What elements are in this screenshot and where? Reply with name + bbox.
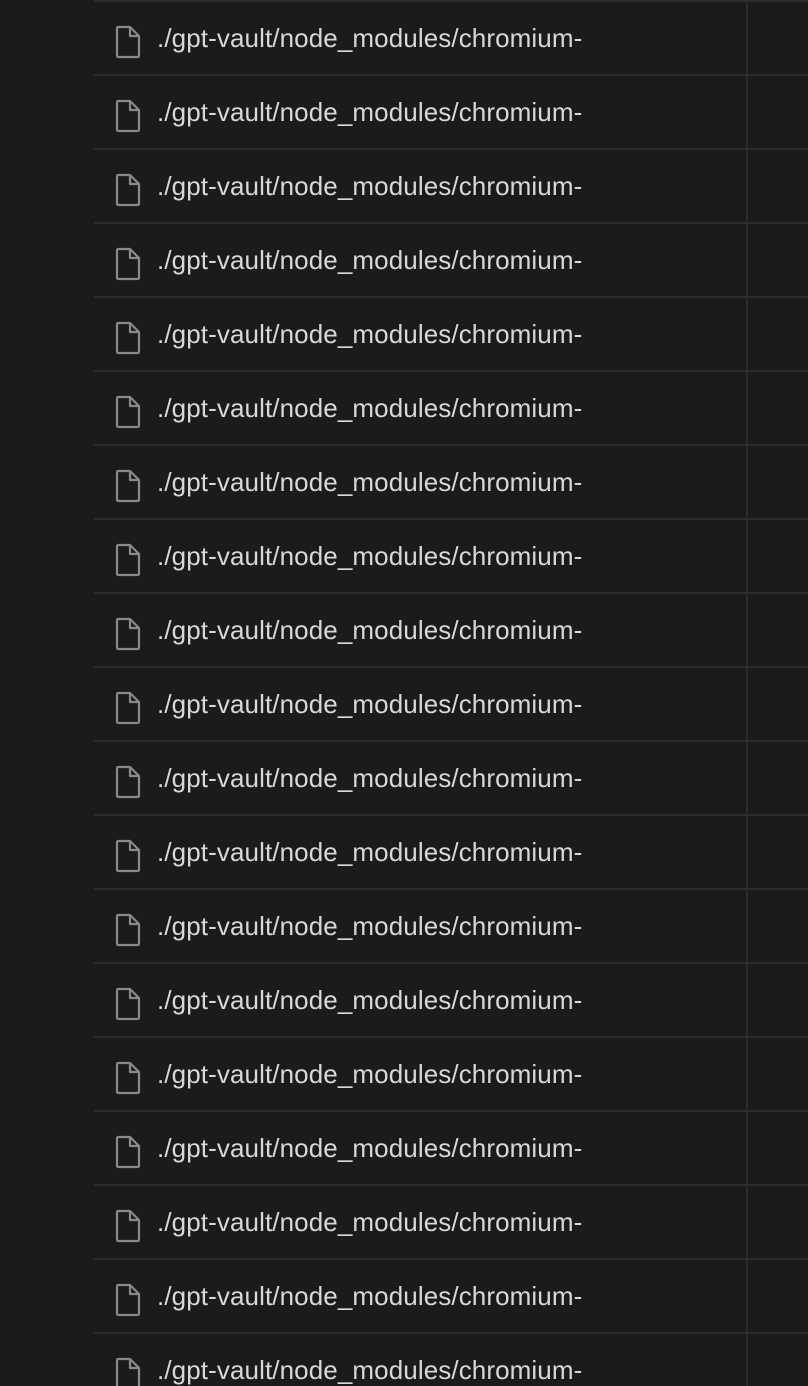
file-name-cell[interactable]: ./gpt-vault/node_modules/chromium- bbox=[94, 964, 652, 1036]
file-name: ./gpt-vault/node_modules/chromium- bbox=[157, 171, 583, 201]
file-name-cell[interactable]: ./gpt-vault/node_modules/chromium- bbox=[94, 1260, 652, 1332]
file-row[interactable]: ./gpt-vault/node_modules/chromium- bbox=[94, 962, 808, 1036]
file-row[interactable]: ./gpt-vault/node_modules/chromium- bbox=[94, 1332, 808, 1386]
file-icon bbox=[115, 99, 141, 133]
file-name-cell[interactable]: ./gpt-vault/node_modules/chromium- bbox=[94, 298, 652, 370]
file-row[interactable]: ./gpt-vault/node_modules/chromium- bbox=[94, 592, 808, 666]
file-name-cell[interactable]: ./gpt-vault/node_modules/chromium- bbox=[94, 150, 652, 222]
file-icon bbox=[115, 321, 141, 355]
file-icon bbox=[115, 987, 141, 1021]
file-meta-cell bbox=[654, 816, 808, 888]
file-icon bbox=[115, 839, 141, 873]
file-meta-cell bbox=[654, 298, 808, 370]
file-name-cell[interactable]: ./gpt-vault/node_modules/chromium- bbox=[94, 742, 652, 814]
file-row[interactable]: ./gpt-vault/node_modules/chromium- bbox=[94, 518, 808, 592]
file-meta-cell bbox=[654, 1334, 808, 1386]
file-row[interactable]: ./gpt-vault/node_modules/chromium- bbox=[94, 0, 808, 74]
file-meta-cell bbox=[654, 520, 808, 592]
file-name-cell[interactable]: ./gpt-vault/node_modules/chromium- bbox=[94, 520, 652, 592]
file-icon bbox=[115, 1357, 141, 1386]
file-row[interactable]: ./gpt-vault/node_modules/chromium- bbox=[94, 296, 808, 370]
file-name-cell[interactable]: ./gpt-vault/node_modules/chromium- bbox=[94, 372, 652, 444]
file-row[interactable]: ./gpt-vault/node_modules/chromium- bbox=[94, 148, 808, 222]
file-name: ./gpt-vault/node_modules/chromium- bbox=[157, 541, 583, 571]
file-icon bbox=[115, 469, 141, 503]
file-icon bbox=[115, 1061, 141, 1095]
file-name: ./gpt-vault/node_modules/chromium- bbox=[157, 911, 583, 941]
file-icon bbox=[115, 1209, 141, 1243]
file-row[interactable]: ./gpt-vault/node_modules/chromium- bbox=[94, 888, 808, 962]
file-name-cell[interactable]: ./gpt-vault/node_modules/chromium- bbox=[94, 2, 652, 74]
file-row[interactable]: ./gpt-vault/node_modules/chromium- bbox=[94, 1036, 808, 1110]
file-row[interactable]: ./gpt-vault/node_modules/chromium- bbox=[94, 740, 808, 814]
file-meta-cell bbox=[654, 1038, 808, 1110]
file-icon bbox=[115, 913, 141, 947]
file-name-cell[interactable]: ./gpt-vault/node_modules/chromium- bbox=[94, 224, 652, 296]
file-meta-cell bbox=[654, 1260, 808, 1332]
file-meta-cell bbox=[654, 742, 808, 814]
file-name: ./gpt-vault/node_modules/chromium- bbox=[157, 245, 583, 275]
file-row[interactable]: ./gpt-vault/node_modules/chromium- bbox=[94, 814, 808, 888]
file-meta-cell bbox=[654, 446, 808, 518]
file-name: ./gpt-vault/node_modules/chromium- bbox=[157, 1059, 583, 1089]
file-name: ./gpt-vault/node_modules/chromium- bbox=[157, 393, 583, 423]
file-name-cell[interactable]: ./gpt-vault/node_modules/chromium- bbox=[94, 446, 652, 518]
file-name: ./gpt-vault/node_modules/chromium- bbox=[157, 837, 583, 867]
file-icon bbox=[115, 173, 141, 207]
file-icon bbox=[115, 543, 141, 577]
file-row[interactable]: ./gpt-vault/node_modules/chromium- bbox=[94, 74, 808, 148]
file-icon bbox=[115, 1283, 141, 1317]
file-row[interactable]: ./gpt-vault/node_modules/chromium- bbox=[94, 222, 808, 296]
file-icon bbox=[115, 617, 141, 651]
file-meta-cell bbox=[654, 150, 808, 222]
file-name: ./gpt-vault/node_modules/chromium- bbox=[157, 689, 583, 719]
file-meta-cell bbox=[654, 668, 808, 740]
file-name: ./gpt-vault/node_modules/chromium- bbox=[157, 1281, 583, 1311]
file-name: ./gpt-vault/node_modules/chromium- bbox=[157, 985, 583, 1015]
file-name-cell[interactable]: ./gpt-vault/node_modules/chromium- bbox=[94, 1334, 652, 1386]
file-row[interactable]: ./gpt-vault/node_modules/chromium- bbox=[94, 1258, 808, 1332]
file-meta-cell bbox=[654, 2, 808, 74]
file-name: ./gpt-vault/node_modules/chromium- bbox=[157, 615, 583, 645]
file-icon bbox=[115, 395, 141, 429]
file-meta-cell bbox=[654, 372, 808, 444]
file-name-cell[interactable]: ./gpt-vault/node_modules/chromium- bbox=[94, 76, 652, 148]
file-list: ./gpt-vault/node_modules/chromium- ./gpt… bbox=[94, 0, 808, 1386]
file-icon bbox=[115, 247, 141, 281]
file-meta-cell bbox=[654, 594, 808, 666]
file-row[interactable]: ./gpt-vault/node_modules/chromium- bbox=[94, 1184, 808, 1258]
file-name: ./gpt-vault/node_modules/chromium- bbox=[157, 319, 583, 349]
file-meta-cell bbox=[654, 224, 808, 296]
file-name-cell[interactable]: ./gpt-vault/node_modules/chromium- bbox=[94, 1038, 652, 1110]
file-name-cell[interactable]: ./gpt-vault/node_modules/chromium- bbox=[94, 594, 652, 666]
file-meta-cell bbox=[654, 964, 808, 1036]
file-browser-page: ./gpt-vault/node_modules/chromium- ./gpt… bbox=[0, 0, 808, 1386]
file-row[interactable]: ./gpt-vault/node_modules/chromium- bbox=[94, 666, 808, 740]
file-icon bbox=[115, 765, 141, 799]
file-name: ./gpt-vault/node_modules/chromium- bbox=[157, 467, 583, 497]
file-name: ./gpt-vault/node_modules/chromium- bbox=[157, 1355, 583, 1385]
file-icon bbox=[115, 1135, 141, 1169]
file-name-cell[interactable]: ./gpt-vault/node_modules/chromium- bbox=[94, 890, 652, 962]
file-name: ./gpt-vault/node_modules/chromium- bbox=[157, 97, 583, 127]
file-name: ./gpt-vault/node_modules/chromium- bbox=[157, 763, 583, 793]
file-name-cell[interactable]: ./gpt-vault/node_modules/chromium- bbox=[94, 668, 652, 740]
file-name: ./gpt-vault/node_modules/chromium- bbox=[157, 23, 583, 53]
file-row[interactable]: ./gpt-vault/node_modules/chromium- bbox=[94, 370, 808, 444]
file-name-cell[interactable]: ./gpt-vault/node_modules/chromium- bbox=[94, 1112, 652, 1184]
file-meta-cell bbox=[654, 1186, 808, 1258]
file-icon bbox=[115, 25, 141, 59]
file-row[interactable]: ./gpt-vault/node_modules/chromium- bbox=[94, 1110, 808, 1184]
file-name: ./gpt-vault/node_modules/chromium- bbox=[157, 1207, 583, 1237]
file-meta-cell bbox=[654, 1112, 808, 1184]
file-meta-cell bbox=[654, 76, 808, 148]
file-row[interactable]: ./gpt-vault/node_modules/chromium- bbox=[94, 444, 808, 518]
file-name-cell[interactable]: ./gpt-vault/node_modules/chromium- bbox=[94, 816, 652, 888]
file-name: ./gpt-vault/node_modules/chromium- bbox=[157, 1133, 583, 1163]
file-meta-cell bbox=[654, 890, 808, 962]
file-name-cell[interactable]: ./gpt-vault/node_modules/chromium- bbox=[94, 1186, 652, 1258]
file-icon bbox=[115, 691, 141, 725]
